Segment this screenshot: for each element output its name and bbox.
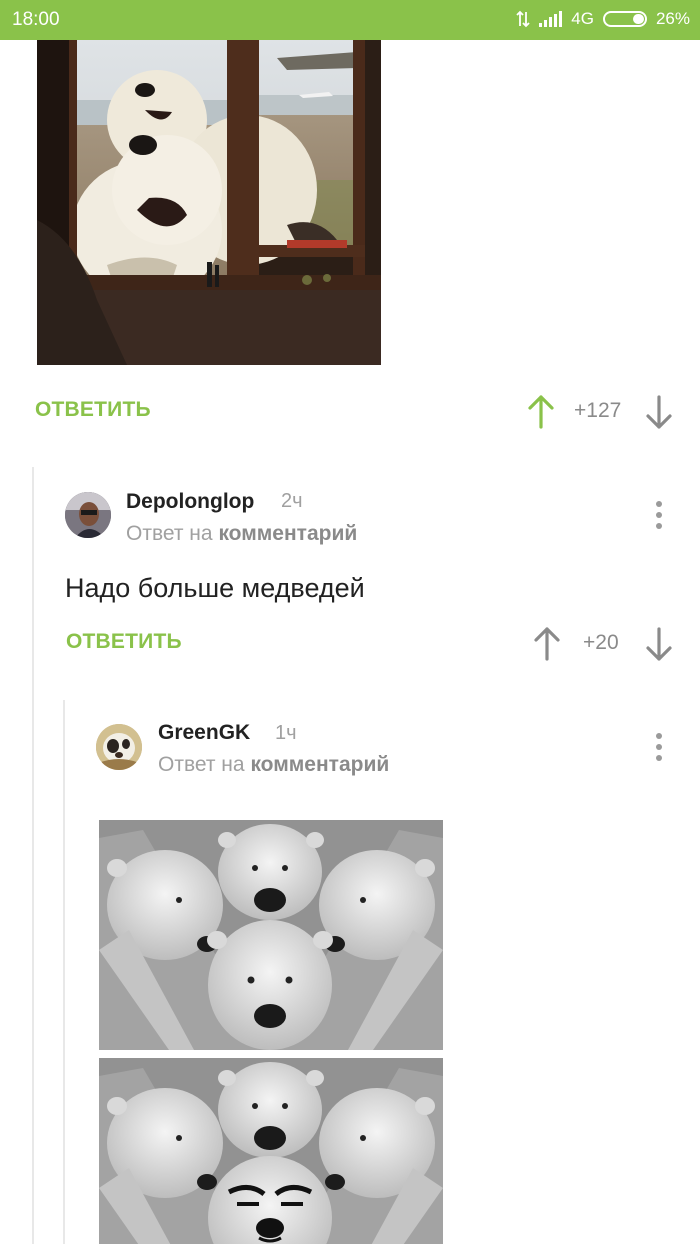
comment-reply-to: Ответ на комментарий [158,753,389,777]
more-options-icon[interactable] [654,733,664,763]
comment-time: 1ч [275,722,297,744]
polar-bear-collage [99,820,443,1050]
battery-icon [602,11,647,27]
comment-username[interactable]: Depolonglop [126,490,254,514]
comment-reply-to: Ответ на комментарий [126,522,357,546]
comment-image[interactable] [99,1058,443,1244]
network-label: 4G [571,9,594,28]
post-score: +127 [574,399,622,422]
comment-username[interactable]: GreenGK [158,721,250,745]
status-icons: 4G 26% [516,9,690,29]
status-time: 18:00 [12,9,60,30]
polar-bears-window-photo [37,40,381,365]
data-transfer-icon [516,10,530,28]
user-avatar-icon [65,492,111,538]
status-bar: 18:00 4G 26% [0,0,700,40]
battery-label: 26% [655,9,690,28]
signal-icon [539,11,563,27]
polar-bear-collage-meme-face [99,1058,443,1244]
comment-time: 2ч [281,490,303,512]
comment-text: Надо больше медведей [65,573,365,603]
comment-reply-button[interactable]: ОТВЕТИТЬ [66,630,182,654]
reply-to-prefix: Ответ на [158,753,245,776]
user-avatar-icon [96,724,142,770]
more-options-icon[interactable] [654,501,664,531]
post-reply-button[interactable]: ОТВЕТИТЬ [35,398,151,422]
reply-to-link[interactable]: комментарий [250,753,389,776]
thread-line [32,467,34,1244]
comment-score: +20 [583,631,619,654]
comment-image[interactable] [99,820,443,1050]
downvote-icon[interactable] [645,394,673,430]
thread-line-nested [63,700,65,1244]
post-image[interactable] [37,40,381,365]
upvote-icon[interactable] [527,394,555,430]
reply-to-prefix: Ответ на [126,522,213,545]
avatar[interactable] [65,492,111,538]
downvote-icon[interactable] [645,626,673,662]
reply-to-link[interactable]: комментарий [218,522,357,545]
avatar[interactable] [96,724,142,770]
upvote-icon[interactable] [533,626,561,662]
